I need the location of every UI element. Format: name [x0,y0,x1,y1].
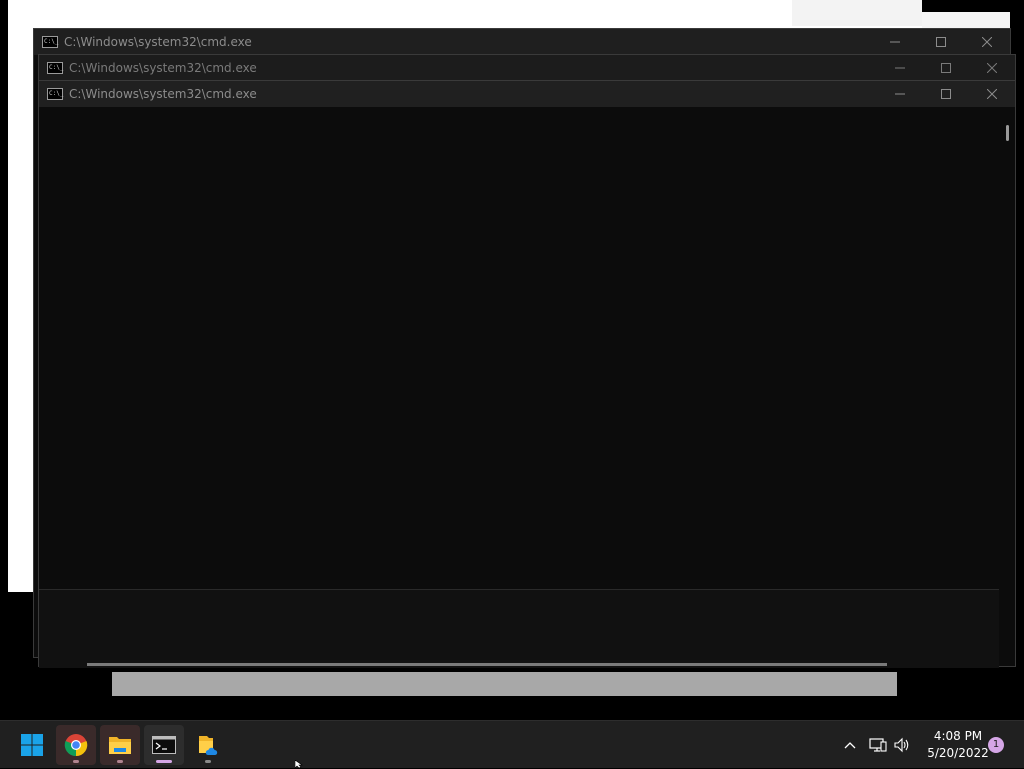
mouse-cursor-icon [295,760,303,768]
window-title: C:\Windows\system32\cmd.exe [69,61,257,75]
start-button[interactable] [12,725,52,765]
volume-button[interactable] [890,721,914,769]
onedrive-folder-taskbar-button[interactable] [188,725,228,765]
minimize-button[interactable] [872,29,918,55]
close-icon [987,63,997,73]
minimize-button[interactable] [877,55,923,81]
file-explorer-taskbar-button[interactable] [100,725,140,765]
volume-icon [894,737,909,753]
running-indicator [117,760,123,763]
maximize-button[interactable] [923,55,969,81]
vertical-scrollbar[interactable] [999,107,1015,666]
console-lower-area [39,589,999,668]
minimize-icon [890,41,900,43]
maximize-icon [941,89,951,99]
start-icon [21,734,43,756]
show-hidden-icons-button[interactable] [838,721,862,769]
minimize-button[interactable] [877,81,923,107]
running-indicator [205,760,211,763]
close-button[interactable] [969,81,1015,107]
network-button[interactable] [866,721,890,769]
close-button[interactable] [964,29,1010,55]
minimize-icon [895,67,905,69]
notification-badge[interactable]: 1 [988,737,1004,753]
file-explorer-icon [109,737,131,754]
scrollbar-thumb[interactable] [1006,125,1009,141]
cmd-app-icon: C:\_ [47,62,63,74]
window-title: C:\Windows\system32\cmd.exe [69,87,257,101]
close-icon [987,89,997,99]
command-prompt-icon [152,736,176,754]
close-icon [982,37,992,47]
running-indicator [73,760,79,763]
background-window-edge [792,0,922,26]
taskbar: 4:08 PM 5/20/2022 1 [0,720,1024,768]
command-prompt-taskbar-button[interactable] [144,725,184,765]
cmd-app-icon: C:\_ [42,36,58,48]
chrome-icon [64,734,88,757]
clock-date: 5/20/2022 [927,746,989,760]
clock-button[interactable]: 4:08 PM 5/20/2022 [918,728,998,762]
horizontal-scrollbar[interactable] [87,663,887,666]
maximize-button[interactable] [923,81,969,107]
maximize-icon [941,63,951,73]
minimize-icon [895,93,905,95]
cmd-window-active[interactable]: C:\_ C:\Windows\system32\cmd.exe [38,80,1016,668]
chrome-taskbar-button[interactable] [56,725,96,765]
background-window-edge [112,672,897,696]
onedrive-folder-icon [199,736,218,755]
cmd-titlebar[interactable]: C:\_ C:\Windows\system32\cmd.exe [34,29,1010,55]
clock-time: 4:08 PM [933,729,983,743]
chevron-up-icon [844,742,856,749]
cmd-titlebar[interactable]: C:\_ C:\Windows\system32\cmd.exe [39,81,1015,107]
active-indicator [156,760,172,763]
maximize-button[interactable] [918,29,964,55]
desktop: N ( C C:\_ C:\Windows\system32\cmd.exe C… [0,0,1024,720]
close-button[interactable] [969,55,1015,81]
maximize-icon [936,37,946,47]
cmd-titlebar[interactable]: C:\_ C:\Windows\system32\cmd.exe [39,55,1015,81]
console-output[interactable] [39,107,999,666]
cmd-app-icon: C:\_ [47,88,63,100]
network-icon [869,738,887,752]
window-title: C:\Windows\system32\cmd.exe [64,35,252,49]
